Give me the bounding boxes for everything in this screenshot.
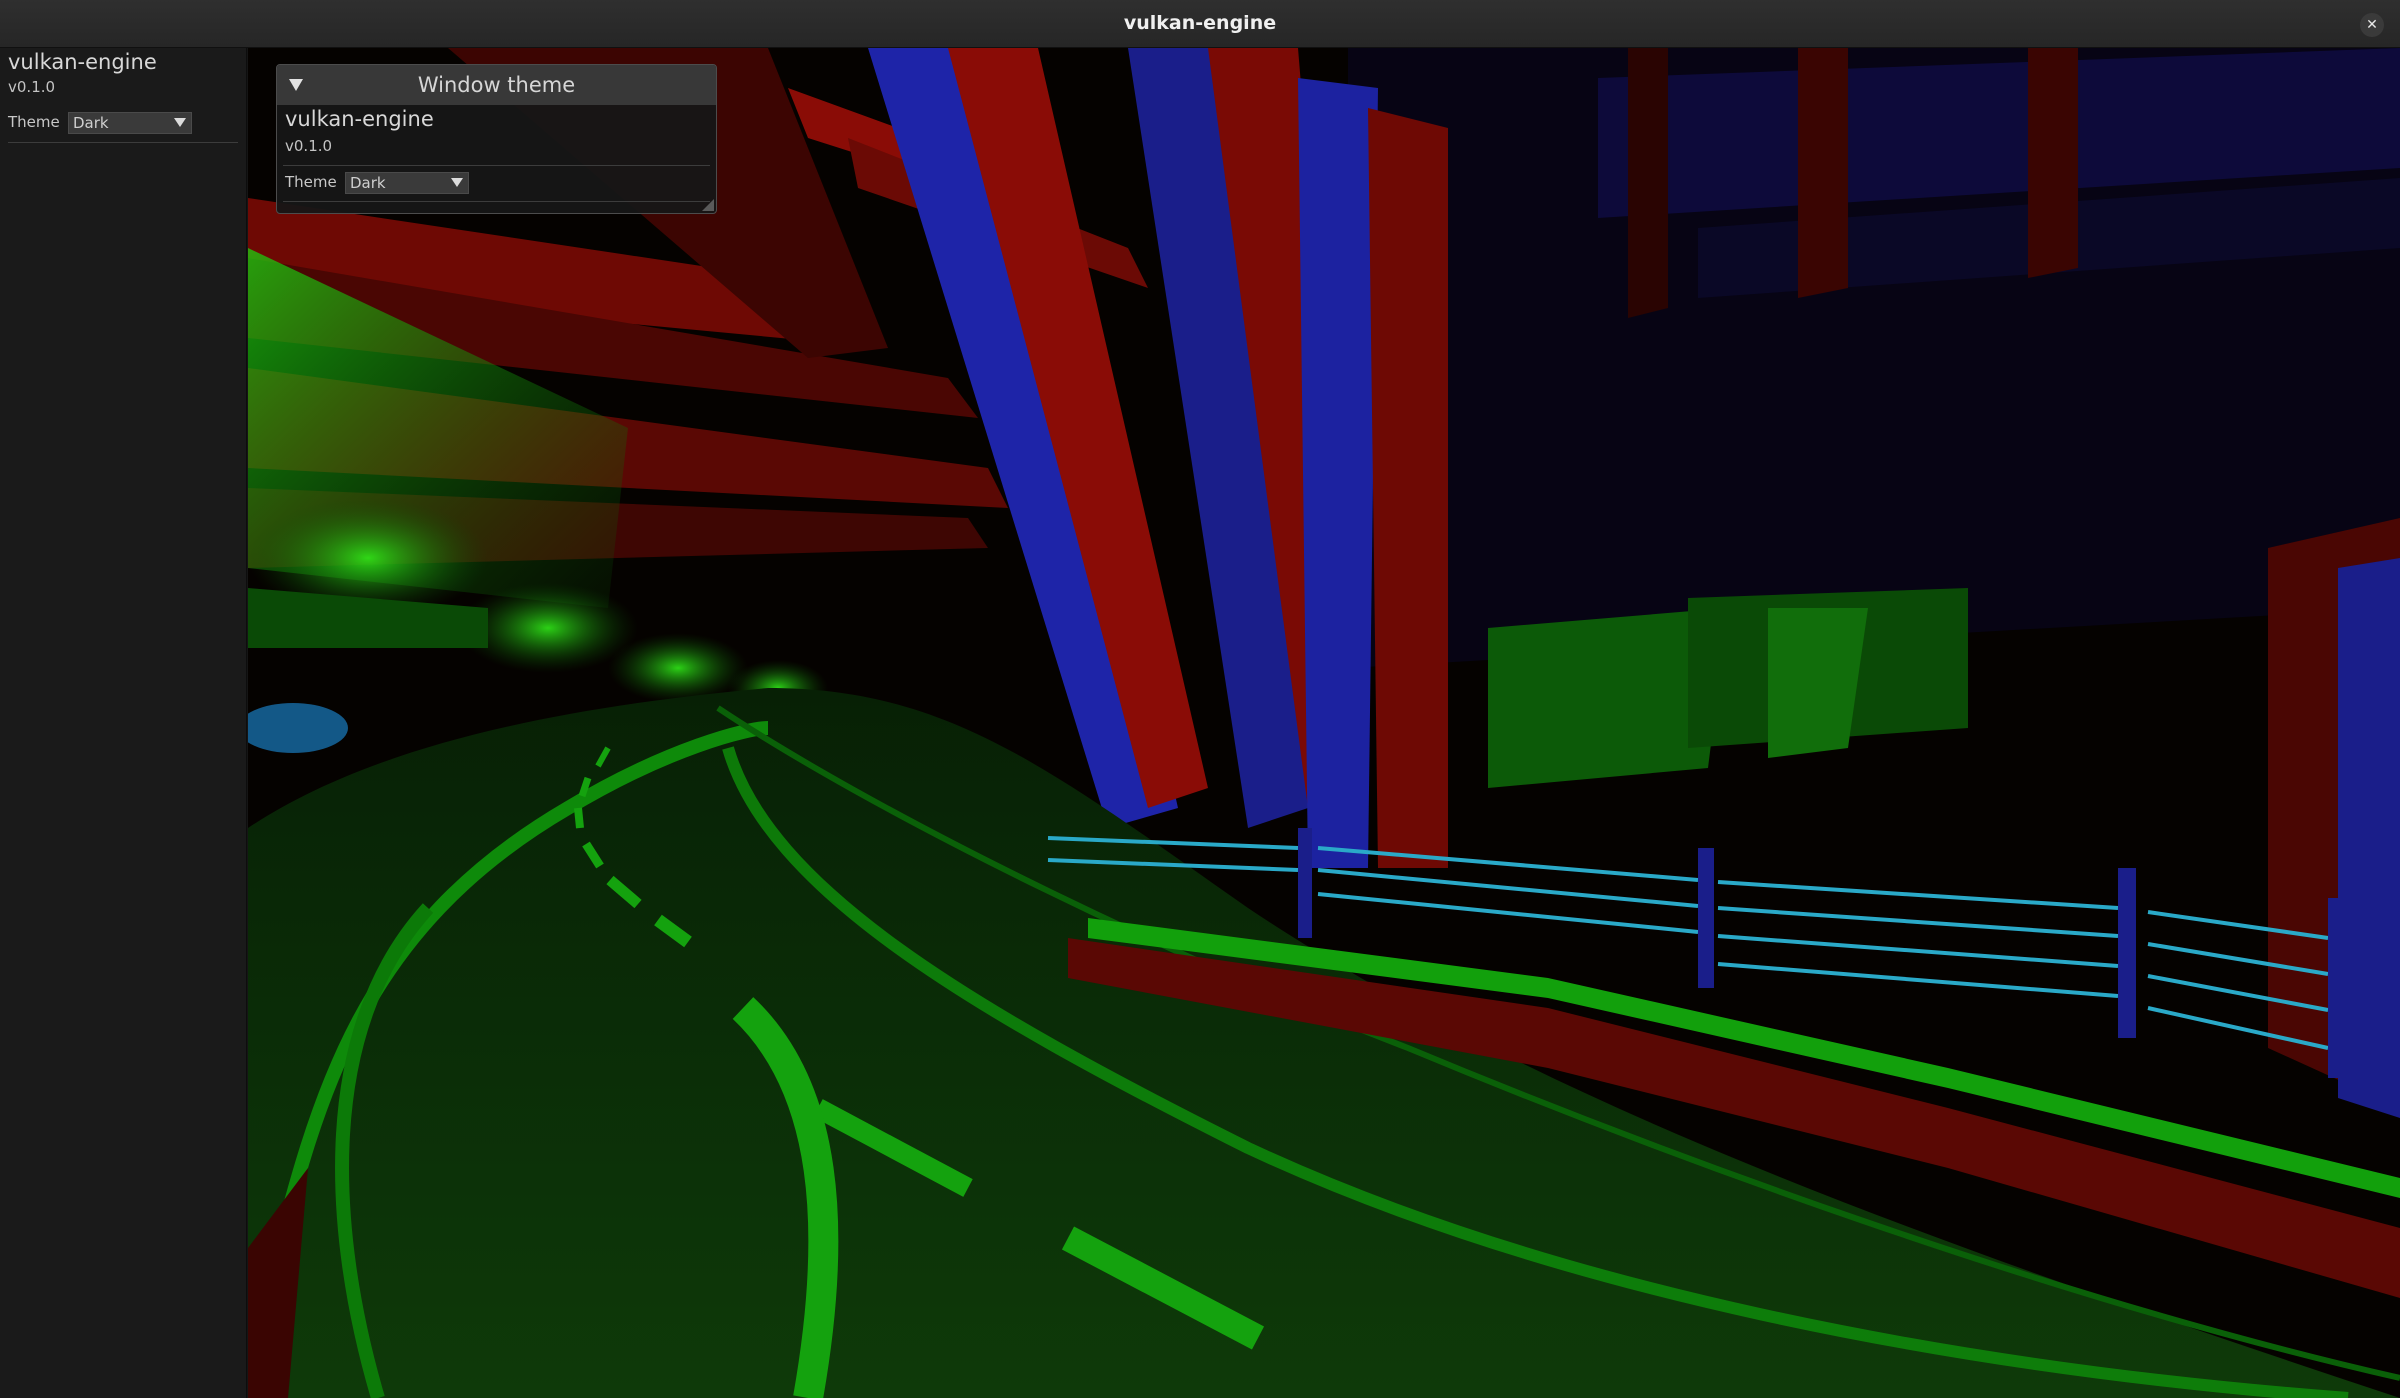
window-title: vulkan-engine bbox=[1123, 12, 1277, 34]
title-bar[interactable]: vulkan-engine ✕ bbox=[0, 0, 2400, 48]
resize-grip-icon[interactable] bbox=[702, 199, 714, 211]
theme-window-divider bbox=[283, 165, 710, 166]
theme-window-theme-label: Theme bbox=[285, 173, 337, 191]
chevron-down-icon bbox=[174, 118, 186, 127]
sidebar-theme-value: Dark bbox=[73, 114, 109, 132]
sidebar-app-version: v0.1.0 bbox=[8, 78, 56, 96]
theme-window-theme-select[interactable]: Dark bbox=[345, 172, 469, 194]
theme-window-title: Window theme bbox=[417, 73, 576, 97]
theme-window-theme-value: Dark bbox=[350, 174, 386, 192]
sidebar-divider bbox=[8, 142, 238, 143]
sidebar-theme-select[interactable]: Dark bbox=[68, 112, 192, 134]
theme-window-divider-bottom bbox=[283, 201, 710, 202]
sidebar-app-name: vulkan-engine bbox=[8, 50, 157, 74]
theme-window[interactable]: Window theme vulkan-engine v0.1.0 Theme … bbox=[276, 64, 717, 214]
scene-render bbox=[248, 48, 2400, 1398]
theme-window-app-version: v0.1.0 bbox=[285, 137, 333, 155]
close-icon[interactable]: ✕ bbox=[2360, 13, 2384, 37]
theme-window-header[interactable]: Window theme bbox=[277, 65, 716, 105]
sidebar-theme-label: Theme bbox=[8, 113, 60, 131]
theme-window-app-name: vulkan-engine bbox=[285, 107, 434, 131]
render-viewport[interactable] bbox=[248, 48, 2400, 1398]
sidebar-panel: vulkan-engine v0.1.0 Theme Dark bbox=[0, 48, 247, 1398]
chevron-down-icon bbox=[451, 178, 463, 187]
